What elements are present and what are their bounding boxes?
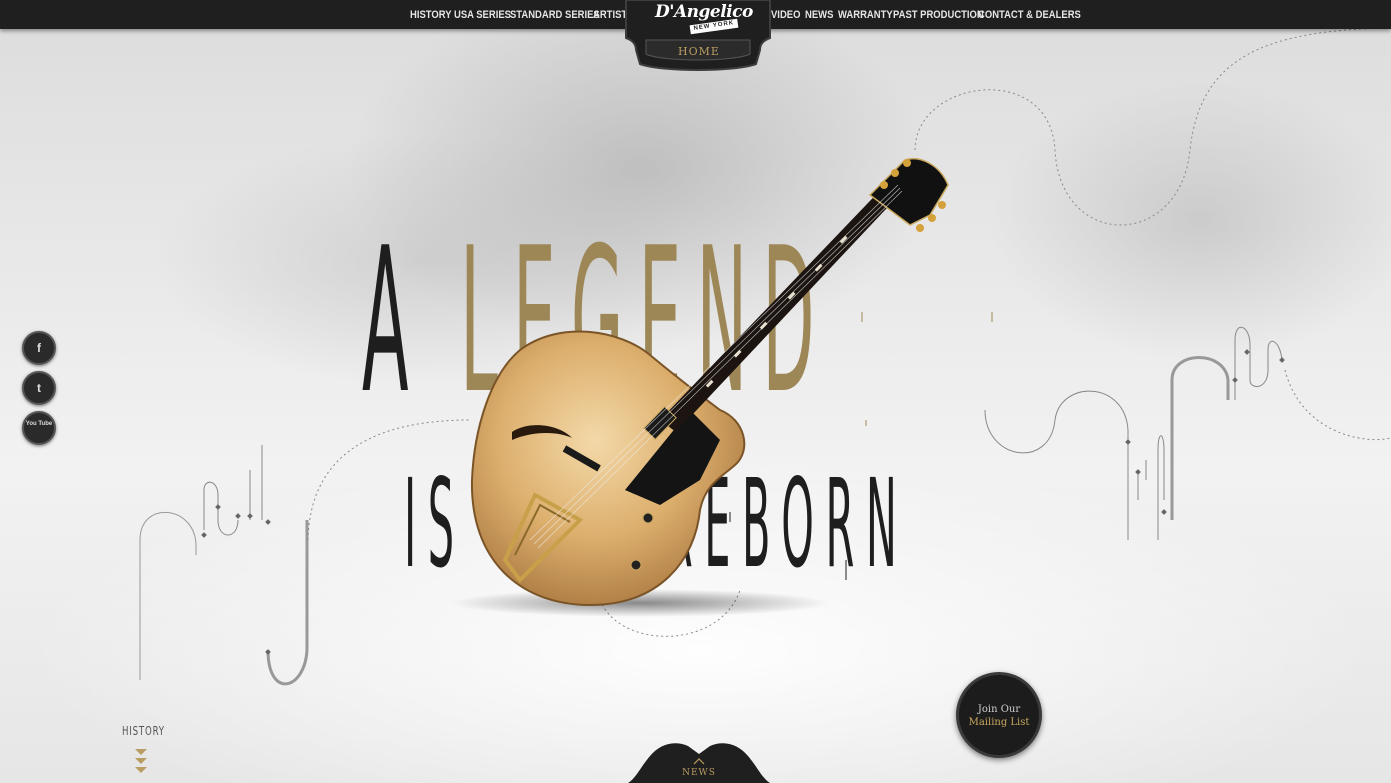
- chevron-down-icon[interactable]: [134, 748, 148, 774]
- mailing-line-2: Mailing List: [968, 717, 1030, 728]
- news-tab-label: NEWS: [682, 768, 716, 778]
- nav-news[interactable]: NEWS: [805, 8, 833, 22]
- guitar-image: [450, 158, 949, 617]
- hero-background: A LEGEND IS REBORN HISTORY USA SERIES ST…: [0, 0, 1391, 783]
- facebook-icon[interactable]: f: [22, 331, 56, 365]
- history-scroll-link[interactable]: HISTORY: [122, 724, 165, 738]
- nav-standard-series[interactable]: STANDARD SERIES: [510, 8, 600, 22]
- nav-warranty[interactable]: WARRANTY: [838, 8, 893, 22]
- twitter-icon[interactable]: t: [22, 371, 56, 405]
- mailing-list-button[interactable]: Join Our Mailing List: [956, 672, 1042, 758]
- youtube-icon[interactable]: You Tube: [22, 411, 56, 445]
- nav-history[interactable]: HISTORY: [410, 8, 452, 22]
- nav-video[interactable]: VIDEO: [771, 8, 800, 22]
- nav-usa-series[interactable]: USA SERIES: [454, 8, 511, 22]
- nav-past-production[interactable]: PAST PRODUCTION: [893, 8, 984, 22]
- nav-contact-dealers[interactable]: CONTACT & DEALERS: [978, 8, 1081, 22]
- mailing-line-1: Join Our: [977, 704, 1021, 715]
- home-link[interactable]: HOME: [660, 45, 738, 58]
